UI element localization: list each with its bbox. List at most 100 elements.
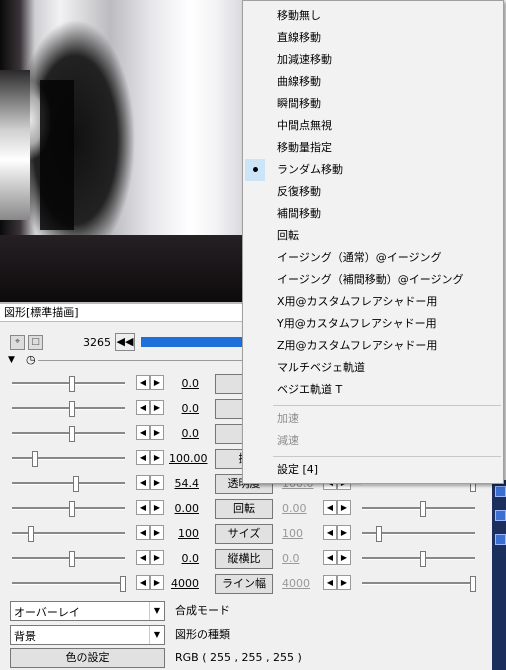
decrement-icon[interactable]: ◀ (323, 500, 337, 515)
increment-icon[interactable]: ▶ (337, 550, 351, 565)
param-end-slider[interactable] (362, 551, 475, 567)
menu-item[interactable]: ベジエ軌道 T (243, 379, 503, 401)
shadow-icon[interactable]: □ (28, 335, 43, 350)
decrement-icon[interactable]: ◀ (136, 375, 150, 390)
param-end-slider[interactable] (362, 501, 475, 517)
param-value[interactable]: 100.00 (169, 452, 208, 465)
increment-icon[interactable]: ▶ (150, 500, 164, 515)
seek-bar[interactable] (141, 337, 251, 347)
decrement-icon[interactable]: ◀ (136, 500, 150, 515)
slider-thumb[interactable] (32, 451, 38, 467)
decrement-icon[interactable]: ◀ (136, 400, 150, 415)
param-value[interactable]: 0.0 (169, 427, 200, 440)
param-end-value[interactable]: 0.00 (282, 502, 312, 515)
slider-thumb[interactable] (69, 401, 75, 417)
param-slider[interactable] (12, 551, 125, 567)
decrement-icon[interactable]: ◀ (323, 575, 337, 590)
menu-item[interactable]: X用@カスタムフレアシャドー用 (243, 291, 503, 313)
slider-thumb[interactable] (69, 501, 75, 517)
decrement-icon[interactable]: ◀ (136, 475, 150, 490)
marker-icon[interactable] (495, 486, 506, 497)
param-value[interactable]: 54.4 (169, 477, 200, 490)
prev-frame-button[interactable]: ◀◀ (115, 333, 135, 351)
menu-item[interactable]: Z用@カスタムフレアシャドー用 (243, 335, 503, 357)
increment-icon[interactable]: ▶ (150, 375, 164, 390)
decrement-icon[interactable]: ◀ (136, 425, 150, 440)
increment-icon[interactable]: ▶ (150, 525, 164, 540)
param-slider[interactable] (12, 476, 125, 492)
marker-icon[interactable] (495, 510, 506, 521)
marker-icon[interactable] (495, 534, 506, 545)
menu-item[interactable]: 中間点無視 (243, 115, 503, 137)
collapse-icon[interactable]: ▼ (8, 355, 15, 365)
param-end-value[interactable]: 100 (282, 527, 312, 540)
slider-thumb[interactable] (420, 551, 426, 567)
slider-thumb[interactable] (376, 526, 382, 542)
increment-icon[interactable]: ▶ (150, 425, 164, 440)
blend-mode-select[interactable]: オーバーレイ ▼ (10, 601, 165, 621)
chevron-down-icon[interactable]: ▼ (149, 602, 164, 620)
menu-item[interactable]: 直線移動 (243, 27, 503, 49)
decrement-icon[interactable]: ◀ (136, 550, 150, 565)
param-button[interactable]: 縦横比 (215, 549, 273, 569)
param-slider[interactable] (12, 526, 125, 542)
increment-icon[interactable]: ▶ (337, 575, 351, 590)
color-settings-button[interactable]: 色の設定 (10, 648, 165, 668)
param-value[interactable]: 0.0 (169, 377, 200, 390)
increment-icon[interactable]: ▶ (150, 550, 164, 565)
menu-item[interactable]: イージング（通常）@イージング (243, 247, 503, 269)
param-value[interactable]: 0.00 (169, 502, 200, 515)
decrement-icon[interactable]: ◀ (323, 550, 337, 565)
menu-item[interactable]: マルチベジェ軌道 (243, 357, 503, 379)
decrement-icon[interactable]: ◀ (136, 450, 150, 465)
menu-item[interactable]: イージング（補間移動）@イージング (243, 269, 503, 291)
param-end-value[interactable]: 4000 (282, 577, 312, 590)
decrement-icon[interactable]: ◀ (323, 525, 337, 540)
menu-item[interactable]: Y用@カスタムフレアシャドー用 (243, 313, 503, 335)
slider-thumb[interactable] (69, 376, 75, 392)
menu-item-settings[interactable]: 設定 [4] (243, 459, 503, 481)
param-slider[interactable] (12, 376, 125, 392)
increment-icon[interactable]: ▶ (337, 500, 351, 515)
param-value[interactable]: 0.0 (169, 402, 200, 415)
param-end-slider[interactable] (362, 526, 475, 542)
slider-thumb[interactable] (470, 576, 476, 592)
increment-icon[interactable]: ▶ (150, 575, 164, 590)
param-slider[interactable] (12, 426, 125, 442)
param-end-value[interactable]: 0.0 (282, 552, 312, 565)
slider-thumb[interactable] (420, 501, 426, 517)
menu-item[interactable]: 移動量指定 (243, 137, 503, 159)
menu-item[interactable]: 補間移動 (243, 203, 503, 225)
param-slider[interactable] (12, 401, 125, 417)
increment-icon[interactable]: ▶ (150, 400, 164, 415)
param-button[interactable]: 回転 (215, 499, 273, 519)
param-slider[interactable] (12, 576, 126, 592)
param-slider[interactable] (12, 451, 125, 467)
shape-type-select[interactable]: 背景 ▼ (10, 625, 165, 645)
camera-control-icon[interactable]: ⌖ (10, 335, 25, 350)
slider-thumb[interactable] (69, 551, 75, 567)
slider-thumb[interactable] (73, 476, 79, 492)
param-button[interactable]: サイズ (215, 524, 273, 544)
increment-icon[interactable]: ▶ (150, 450, 164, 465)
chevron-down-icon[interactable]: ▼ (149, 626, 164, 644)
menu-item[interactable]: 曲線移動 (243, 71, 503, 93)
decrement-icon[interactable]: ◀ (136, 575, 150, 590)
slider-thumb[interactable] (120, 576, 126, 592)
menu-item[interactable]: ランダム移動 (243, 159, 503, 181)
param-end-slider[interactable] (362, 576, 476, 592)
menu-item[interactable]: 移動無し (243, 5, 503, 27)
menu-item[interactable]: 加減速移動 (243, 49, 503, 71)
menu-item[interactable]: 瞬間移動 (243, 93, 503, 115)
param-button[interactable]: ライン幅 (215, 574, 273, 594)
menu-item[interactable]: 反復移動 (243, 181, 503, 203)
param-value[interactable]: 100 (169, 527, 199, 540)
slider-thumb[interactable] (69, 426, 75, 442)
param-value[interactable]: 4000 (169, 577, 199, 590)
slider-thumb[interactable] (28, 526, 34, 542)
menu-item[interactable]: 回転 (243, 225, 503, 247)
decrement-icon[interactable]: ◀ (136, 525, 150, 540)
increment-icon[interactable]: ▶ (337, 525, 351, 540)
increment-icon[interactable]: ▶ (150, 475, 164, 490)
param-value[interactable]: 0.0 (169, 552, 200, 565)
